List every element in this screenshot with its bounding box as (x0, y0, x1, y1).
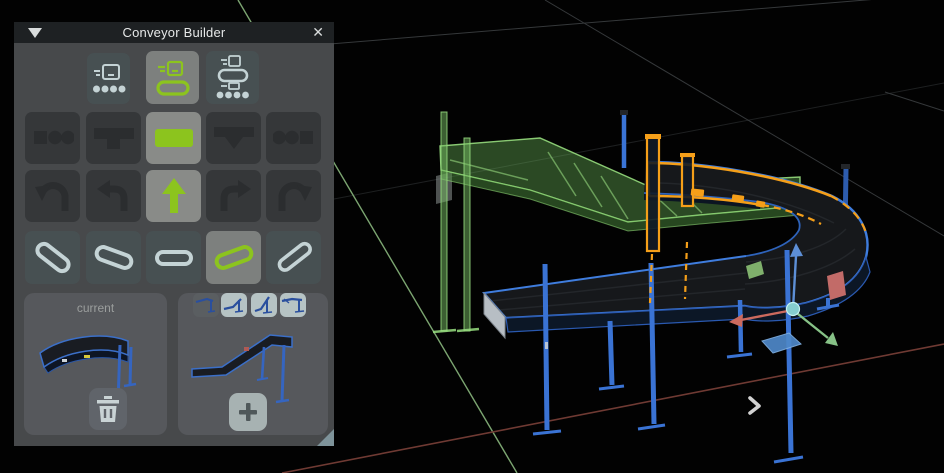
slope-flat-button[interactable] (146, 231, 201, 284)
piece-split-button[interactable] (206, 112, 261, 164)
split-down-icon (214, 125, 254, 151)
close-icon[interactable]: ✕ (312, 24, 324, 41)
current-piece-card: current (24, 293, 167, 435)
items-row-icon (92, 62, 126, 96)
add-piece-button[interactable] (229, 393, 267, 431)
slope-flat-icon (152, 236, 196, 280)
u-turn-right-icon (275, 178, 313, 214)
saved-pieces-card (178, 293, 328, 435)
mode-belt-button[interactable] (146, 51, 199, 104)
turn-left-icon (96, 178, 132, 214)
saved-piece-thumb-2[interactable] (221, 293, 247, 317)
delete-current-button[interactable] (89, 388, 127, 430)
next-chevron[interactable] (750, 398, 759, 413)
direction-uturn-left-button[interactable] (25, 170, 80, 222)
conveyor-belt-icon (155, 59, 191, 97)
square-two-dots-icon (32, 126, 74, 150)
saved-piece-thumb-4[interactable] (280, 293, 306, 317)
direction-straight-button[interactable] (146, 170, 201, 222)
turn-right-icon (216, 178, 252, 214)
piece-dots-square-button[interactable] (266, 112, 321, 164)
direction-turn-right-button[interactable] (206, 170, 261, 222)
gizmo-center-handle[interactable] (787, 303, 800, 316)
slope-steep-down-icon (31, 236, 75, 280)
slope-up-icon (212, 236, 256, 280)
u-turn-left-icon (34, 178, 72, 214)
straight-ahead-icon (156, 177, 192, 215)
saved-piece-thumb-1[interactable] (193, 293, 219, 317)
gizmo-axis-green[interactable] (793, 310, 838, 346)
app-window: Conveyor Builder ✕ (0, 0, 944, 473)
gizmo-plane-handle[interactable] (762, 333, 801, 353)
plus-icon (238, 402, 258, 422)
slope-up-button[interactable] (206, 231, 261, 284)
mode-belt-items-button[interactable] (206, 51, 259, 104)
red-marker (827, 271, 846, 300)
piece-straight-button[interactable] (146, 112, 201, 164)
straight-segment-icon (154, 127, 194, 149)
current-label: current (24, 301, 167, 315)
slope-down-icon (92, 236, 136, 280)
slope-steep-down-button[interactable] (25, 231, 80, 284)
panel-resize-handle[interactable] (317, 429, 334, 446)
tee-merge-icon (94, 126, 134, 150)
panel-titlebar[interactable]: Conveyor Builder ✕ (14, 22, 334, 43)
conveyor-builder-panel: Conveyor Builder ✕ (14, 22, 334, 446)
direction-uturn-right-button[interactable] (266, 170, 321, 222)
direction-turn-left-button[interactable] (86, 170, 141, 222)
two-dots-square-icon (273, 126, 315, 150)
piece-merge-button[interactable] (86, 112, 141, 164)
conveyor-items-stack-icon (215, 55, 251, 101)
slope-steep-up-icon (272, 236, 316, 280)
piece-square-dots-button[interactable] (25, 112, 80, 164)
mode-items-button[interactable] (87, 53, 130, 104)
slope-down-button[interactable] (86, 231, 141, 284)
trash-icon (97, 396, 119, 422)
panel-title: Conveyor Builder (14, 25, 334, 40)
saved-piece-thumb-3[interactable] (251, 293, 277, 317)
slope-steep-up-button[interactable] (266, 231, 321, 284)
